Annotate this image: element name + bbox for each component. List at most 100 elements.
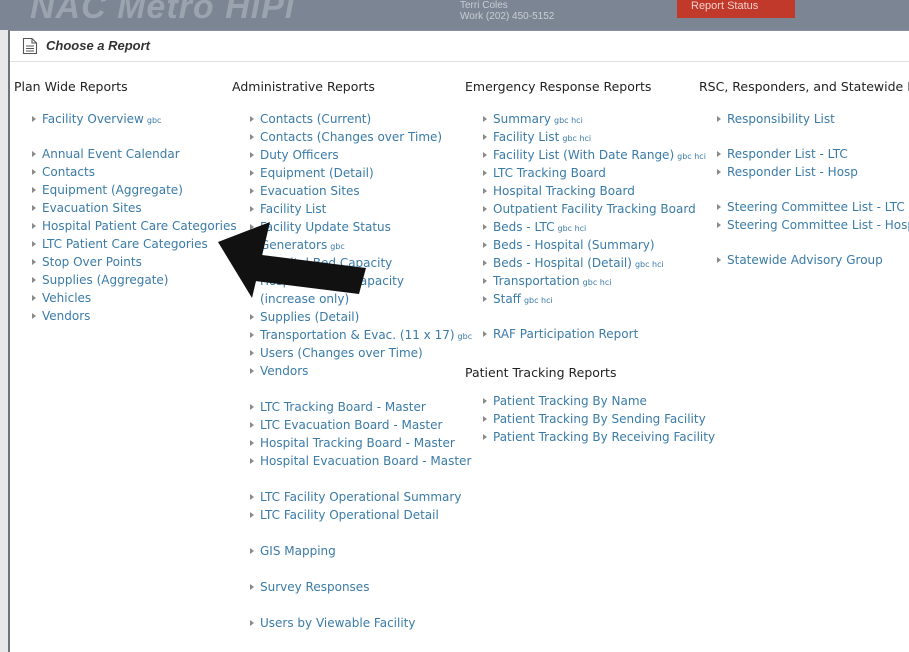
report-link-duty-officers[interactable]: Duty Officers [250, 147, 339, 163]
caret-right-icon [250, 494, 254, 500]
report-link-label: Facility List (With Date Range) [493, 148, 675, 162]
report-link-ltc-evacuation-board-master[interactable]: LTC Evacuation Board - Master [250, 417, 442, 433]
report-link-ltc-patient-care-categories[interactable]: LTC Patient Care Categories [32, 236, 208, 252]
report-link-statewide-advisory-group[interactable]: Statewide Advisory Group [717, 252, 883, 268]
report-link-stop-over-points[interactable]: Stop Over Points [32, 254, 142, 270]
report-link-hospital-tracking-board[interactable]: Hospital Tracking Board [483, 183, 635, 199]
report-link-facility-list[interactable]: Facility List [250, 201, 326, 217]
report-link-label: LTC Evacuation Board - Master [260, 418, 443, 432]
report-link-patient-tracking-by-sending-facility[interactable]: Patient Tracking By Sending Facility [483, 411, 706, 427]
report-link-label: Staff [493, 292, 521, 306]
report-type-tag: gbc hci [634, 260, 664, 269]
report-link-facility-list-with-date-range[interactable]: Facility List (With Date Range) gbc hci [483, 147, 706, 165]
report-link-facility-update-status[interactable]: Facility Update Status [250, 219, 391, 235]
report-link-label: Outpatient Facility Tracking Board [493, 202, 696, 216]
report-link-label: LTC Facility Operational Detail [260, 508, 439, 522]
caret-right-icon [250, 368, 254, 374]
background-contact: Terri Coles Work (202) 450-5152 [460, 0, 554, 22]
report-link-equipment-detail[interactable]: Equipment (Detail) [250, 165, 374, 181]
report-link-responsibility-list[interactable]: Responsibility List [717, 111, 835, 127]
report-link-increase-only[interactable]: (increase only) [250, 291, 349, 307]
report-link-vendors[interactable]: Vendors [32, 308, 90, 324]
report-link-label: Vehicles [42, 291, 92, 305]
report-link-vendors[interactable]: Vendors [250, 363, 308, 379]
report-status-badge[interactable]: Report Status [677, 0, 795, 18]
report-link-patient-tracking-by-name[interactable]: Patient Tracking By Name [483, 393, 647, 409]
report-link-beds-ltc[interactable]: Beds - LTC gbc hci [483, 219, 586, 237]
report-link-vehicles[interactable]: Vehicles [32, 290, 91, 306]
report-link-facility-overview[interactable]: Facility Overview gbc [32, 111, 161, 129]
report-link-supplies-detail[interactable]: Supplies (Detail) [250, 309, 359, 325]
report-link-label: Beds - Hospital (Summary) [493, 238, 655, 252]
report-link-label: Responsibility List [727, 112, 835, 126]
report-link-survey-responses[interactable]: Survey Responses [250, 579, 369, 595]
report-link-outpatient-facility-tracking-board[interactable]: Outpatient Facility Tracking Board [483, 201, 696, 217]
report-type-tag: gbc [146, 116, 162, 125]
column-plan-wide: Plan Wide Reports [14, 79, 128, 97]
report-link-equipment-aggregate[interactable]: Equipment (Aggregate) [32, 182, 183, 198]
report-link-label: (increase only) [260, 292, 350, 306]
report-link-label: Contacts (Current) [260, 112, 372, 126]
report-link-supplies-aggregate[interactable]: Supplies (Aggregate) [32, 272, 169, 288]
report-link-transportation[interactable]: Transportation gbc hci [483, 273, 611, 291]
heading-patient-tracking-reports: Patient Tracking Reports [465, 365, 617, 380]
report-link-label: Beds - LTC [493, 220, 555, 234]
report-link-steering-committee-list-ltc[interactable]: Steering Committee List - LTC [717, 199, 905, 215]
report-link-hospital-surge-capacity[interactable]: Hospital Surge Capacity [250, 273, 404, 289]
report-link-label: Responder List - Hosp [727, 165, 858, 179]
caret-right-icon [250, 332, 254, 338]
caret-right-icon [250, 584, 254, 590]
report-link-evacuation-sites[interactable]: Evacuation Sites [250, 183, 360, 199]
report-link-facility-list[interactable]: Facility List gbc hci [483, 129, 591, 147]
report-link-label: Hospital Patient Care Categories [42, 219, 237, 233]
caret-right-icon [32, 259, 36, 265]
caret-right-icon [32, 241, 36, 247]
report-link-staff[interactable]: Staff gbc hci [483, 291, 553, 309]
report-link-users-changes-over-time[interactable]: Users (Changes over Time) [250, 345, 423, 361]
report-link-evacuation-sites[interactable]: Evacuation Sites [32, 200, 142, 216]
report-link-annual-event-calendar[interactable]: Annual Event Calendar [32, 146, 180, 162]
report-link-generators[interactable]: Generators gbc [250, 237, 345, 255]
caret-right-icon [250, 116, 254, 122]
report-link-beds-hospital-detail[interactable]: Beds - Hospital (Detail) gbc hci [483, 255, 664, 273]
report-link-hospital-tracking-board-master[interactable]: Hospital Tracking Board - Master [250, 435, 455, 451]
contact-phone: Work (202) 450-5152 [460, 11, 555, 22]
report-link-contacts-current[interactable]: Contacts (Current) [250, 111, 371, 127]
report-link-users-by-viewable-facility[interactable]: Users by Viewable Facility [250, 615, 416, 631]
report-link-gis-mapping[interactable]: GIS Mapping [250, 543, 336, 559]
report-link-label: Supplies (Detail) [260, 310, 360, 324]
caret-right-icon [250, 188, 254, 194]
report-link-label: Vendors [42, 309, 91, 323]
report-link-hospital-bed-capacity[interactable]: Hospital Bed Capacity [250, 255, 392, 271]
report-link-contacts-changes-over-time[interactable]: Contacts (Changes over Time) [250, 129, 442, 145]
report-link-contacts[interactable]: Contacts [32, 164, 95, 180]
caret-right-icon [250, 224, 254, 230]
report-link-hospital-patient-care-categories[interactable]: Hospital Patient Care Categories [32, 218, 237, 234]
document-icon [22, 37, 38, 55]
caret-right-icon [250, 242, 254, 248]
report-link-raf-participation-report[interactable]: RAF Participation Report [483, 326, 638, 342]
report-link-beds-hospital-summary[interactable]: Beds - Hospital (Summary) [483, 237, 655, 253]
report-link-transportation-evac-11-x-17[interactable]: Transportation & Evac. (11 x 17) gbc [250, 327, 472, 345]
report-link-patient-tracking-by-receiving-facility[interactable]: Patient Tracking By Receiving Facility [483, 429, 715, 445]
report-link-label: Evacuation Sites [42, 201, 142, 215]
report-link-ltc-tracking-board-master[interactable]: LTC Tracking Board - Master [250, 399, 426, 415]
report-link-summary[interactable]: Summary gbc hci [483, 111, 583, 129]
report-link-label: Statewide Advisory Group [727, 253, 883, 267]
report-link-label: Generators [260, 238, 328, 252]
report-link-label: Facility List [493, 130, 560, 144]
caret-right-icon [717, 151, 721, 157]
report-link-label: Supplies (Aggregate) [42, 273, 169, 287]
heading-administrative-reports: Administrative Reports [232, 79, 375, 94]
caret-right-icon [250, 350, 254, 356]
report-link-ltc-tracking-board[interactable]: LTC Tracking Board [483, 165, 606, 181]
caret-right-icon [717, 204, 721, 210]
report-link-responder-list-ltc[interactable]: Responder List - LTC [717, 146, 848, 162]
report-link-hospital-evacuation-board-master[interactable]: Hospital Evacuation Board - Master [250, 453, 471, 469]
report-link-responder-list-hosp[interactable]: Responder List - Hosp [717, 164, 858, 180]
report-link-label: Transportation [493, 274, 580, 288]
report-link-ltc-facility-operational-detail[interactable]: LTC Facility Operational Detail [250, 507, 439, 523]
report-link-steering-committee-list-hosp[interactable]: Steering Committee List - Hosp [717, 217, 909, 233]
caret-right-icon [32, 116, 36, 122]
report-link-ltc-facility-operational-summary[interactable]: LTC Facility Operational Summary [250, 489, 461, 505]
